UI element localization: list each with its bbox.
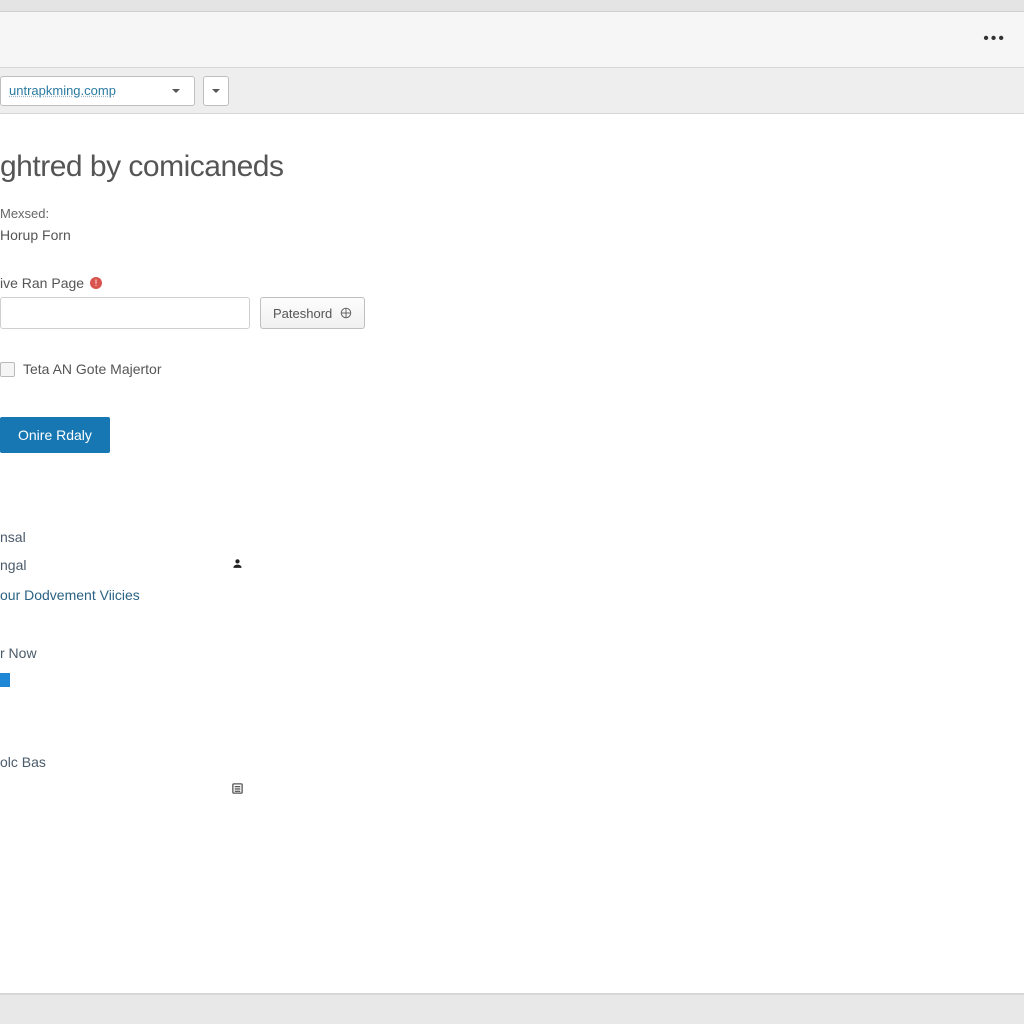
more-options-icon[interactable]: •••	[983, 30, 1006, 48]
person-icon	[231, 557, 244, 573]
list-item-label: r Now	[0, 645, 37, 661]
indicator-icon	[0, 673, 10, 687]
meta-label: Mexsed:	[0, 206, 1024, 221]
dropdown-extra-button[interactable]	[203, 76, 229, 106]
section-group-c: olc Bas	[0, 748, 1024, 804]
pateshord-button[interactable]: Pateshord	[260, 297, 365, 329]
list-item[interactable]: r Now	[0, 639, 1024, 667]
domain-combo[interactable]: untrapkming.comp	[0, 76, 195, 106]
list-item[interactable]	[0, 776, 1024, 804]
page-title: ghtred by comicaneds	[0, 150, 1024, 184]
checkbox-label: Teta AN Gote Majertor	[23, 361, 162, 377]
list-item-label: olc Bas	[0, 754, 46, 770]
list-item-label: nsal	[0, 529, 26, 545]
meta-sub: Horup Forn	[0, 227, 1024, 243]
required-icon: !	[90, 277, 102, 289]
checkbox-row[interactable]: Teta AN Gote Majertor	[0, 361, 1024, 377]
checkbox-icon[interactable]	[0, 362, 15, 377]
window-top-strip	[0, 0, 1024, 12]
list-item[interactable]: our Dodvement Viicies	[0, 579, 1024, 603]
pateshord-button-label: Pateshord	[273, 306, 332, 321]
footer-strip	[0, 994, 1024, 1014]
field-label-row: ive Ran Page !	[0, 275, 1024, 291]
app-toolbar: •••	[0, 12, 1024, 68]
field-row: Pateshord	[0, 297, 1024, 329]
list-item[interactable]: olc Bas	[0, 748, 1024, 776]
list-icon	[231, 782, 244, 798]
section-group-b: r Now	[0, 639, 1024, 692]
list-item[interactable]: nsal	[0, 523, 1024, 551]
sub-toolbar: untrapkming.comp	[0, 68, 1024, 114]
field-label: ive Ran Page	[0, 275, 84, 291]
section-group-a: nsal ngal our Dodvement Viicies	[0, 523, 1024, 603]
list-item-label: our Dodvement Viicies	[0, 587, 140, 603]
primary-action-button[interactable]: Onire Rdaly	[0, 417, 110, 453]
list-item[interactable]: ngal	[0, 551, 1024, 579]
list-item-label: ngal	[0, 557, 26, 573]
main-content: ghtred by comicaneds Mexsed: Horup Forn …	[0, 114, 1024, 994]
range-input[interactable]	[0, 297, 250, 329]
primary-action-label: Onire Rdaly	[18, 427, 92, 443]
chevron-down-icon	[164, 76, 188, 106]
domain-combo-value: untrapkming.comp	[9, 83, 164, 98]
